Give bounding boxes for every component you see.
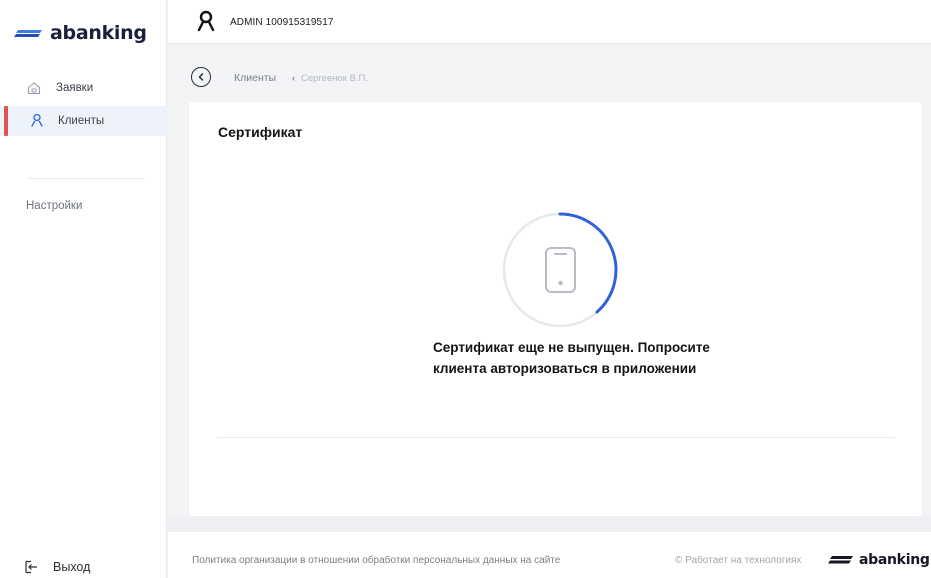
top-header: ADMIN 100915319517 <box>168 0 931 44</box>
footer-logo[interactable]: abanking <box>828 552 930 568</box>
card-title: Сертификат <box>218 124 303 140</box>
chevron-left-icon <box>198 73 204 81</box>
user-icon <box>31 113 43 127</box>
phone-icon <box>545 247 576 293</box>
back-button[interactable] <box>191 67 211 87</box>
card-divider <box>217 437 895 438</box>
abanking-logo-icon <box>828 556 853 564</box>
chevron-left-icon: ‹ <box>292 73 295 83</box>
settings-link[interactable]: Настройки <box>26 200 82 212</box>
abanking-logo-icon <box>14 30 42 37</box>
certificate-status-message: Сертификат еще не выпущен. Попросите кли… <box>433 340 710 376</box>
user-avatar-icon[interactable] <box>196 10 216 32</box>
logout-icon <box>25 560 37 574</box>
home-icon <box>27 82 41 95</box>
sidebar-item-clients[interactable]: Клиенты <box>0 106 167 136</box>
loading-spinner <box>502 212 618 328</box>
sidebar-divider <box>28 178 145 179</box>
sidebar: abanking Заявки Клиенты Настройки Выход <box>0 0 167 578</box>
certificate-card: Сертификат Сертификат еще не выпущен. По… <box>189 102 922 516</box>
logout-button[interactable]: Выход <box>24 560 90 574</box>
content-bottom-strip <box>168 516 931 532</box>
logout-label: Выход <box>53 560 91 574</box>
app-logo[interactable]: abanking <box>14 22 147 44</box>
user-name[interactable]: ADMIN 100915319517 <box>230 17 334 28</box>
breadcrumb-clients[interactable]: Клиенты <box>234 72 276 84</box>
sidebar-item-label: Заявки <box>56 82 94 94</box>
privacy-policy-link[interactable]: Политика организации в отношении обработ… <box>192 555 560 566</box>
sidebar-item-requests[interactable]: Заявки <box>0 73 167 103</box>
breadcrumb-current: Сергеенок В.П. <box>301 73 369 84</box>
powered-by-text: © Работает на технологиях <box>675 555 802 566</box>
sidebar-item-label: Клиенты <box>58 115 105 127</box>
footer-logo-text: abanking <box>859 552 930 568</box>
logo-text: abanking <box>50 22 147 44</box>
footer: Политика организации в отношении обработ… <box>168 532 931 578</box>
